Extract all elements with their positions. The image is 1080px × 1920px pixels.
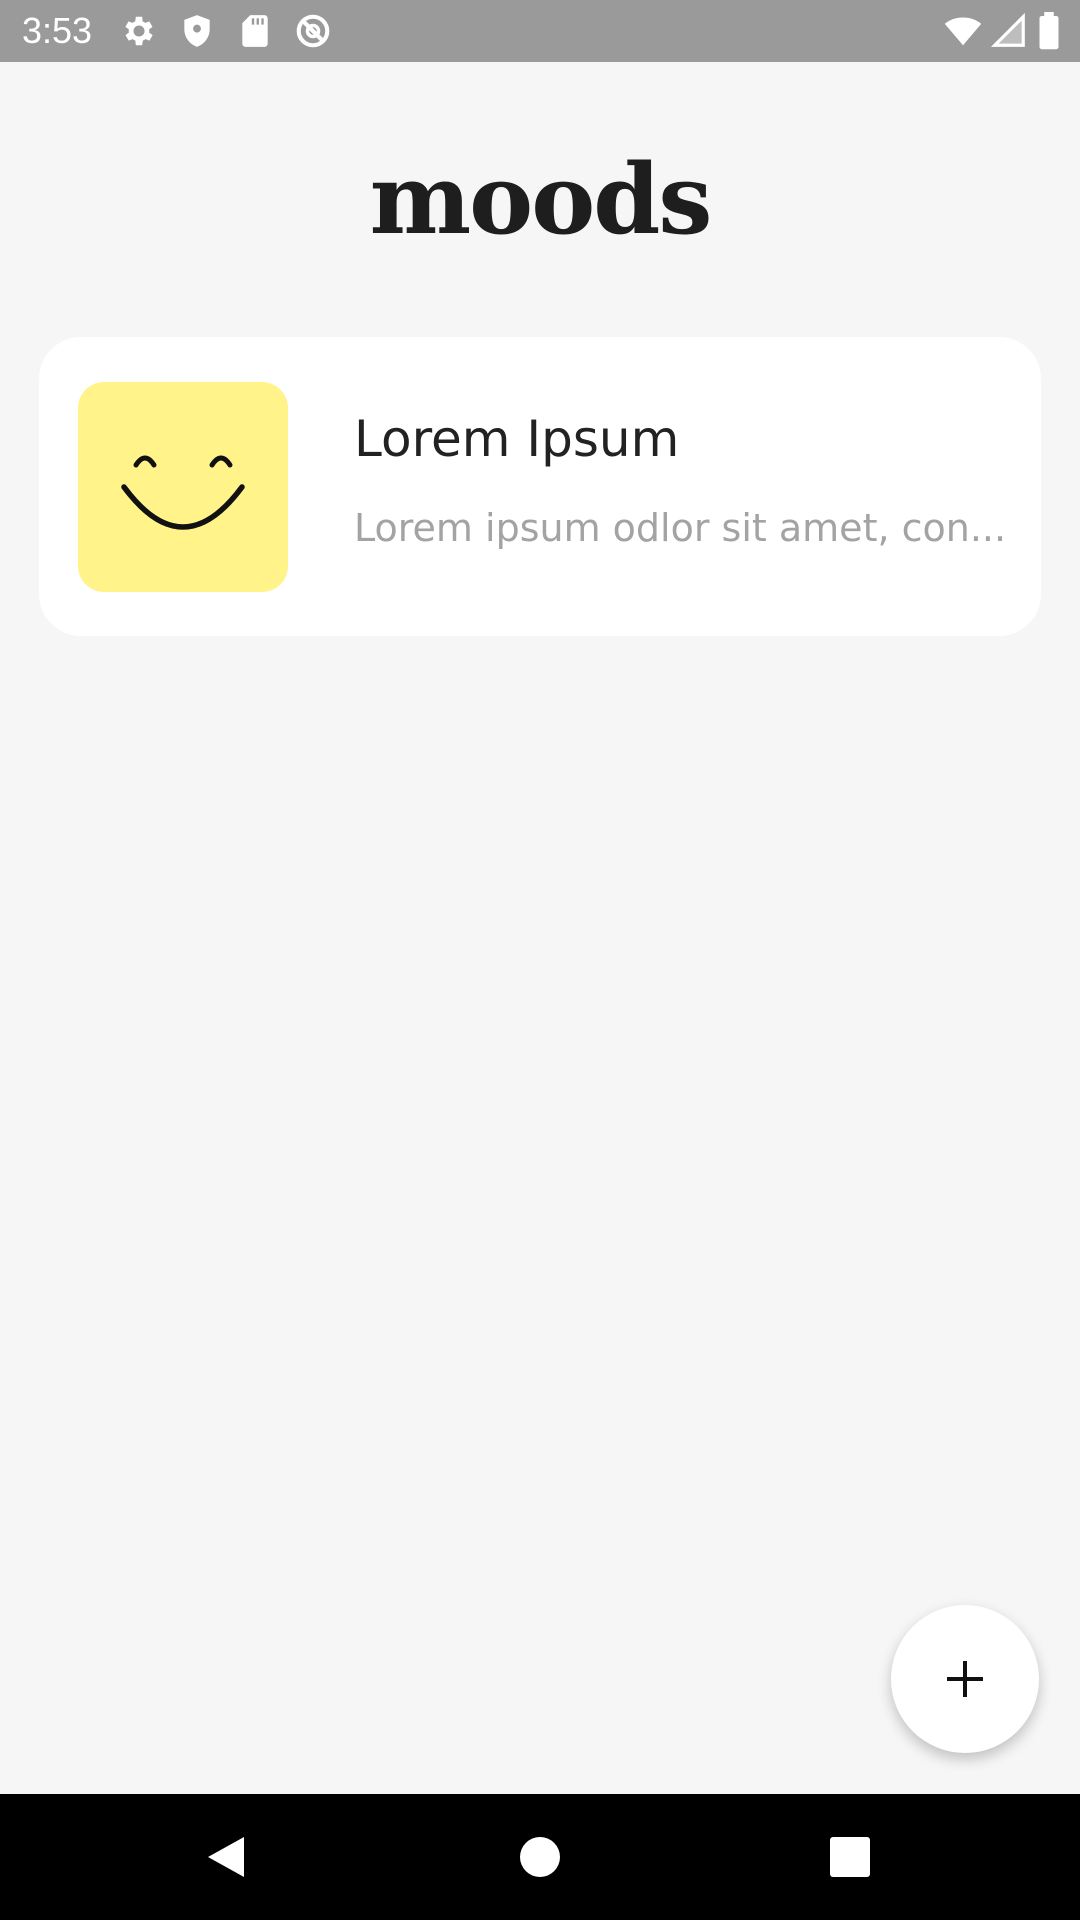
add-mood-button[interactable] [891, 1605, 1039, 1753]
mood-card[interactable]: Lorem Ipsum Lorem ipsum odlor sit amet, … [39, 337, 1041, 636]
page-title: moods [369, 143, 713, 256]
sd-card-icon [236, 12, 274, 50]
battery-icon [1036, 12, 1062, 50]
back-icon [208, 1837, 244, 1877]
mood-thumbnail [78, 382, 288, 592]
gear-icon [120, 12, 158, 50]
home-button[interactable] [512, 1829, 568, 1885]
recents-button[interactable] [822, 1829, 878, 1885]
plus-icon [947, 1661, 983, 1697]
home-icon [520, 1837, 560, 1877]
no-sync-icon [294, 12, 332, 50]
mood-description: Lorem ipsum odlor sit amet, con... [354, 506, 1007, 550]
smiling-face-icon [121, 455, 245, 530]
mood-title: Lorem Ipsum [354, 410, 680, 468]
shield-icon [178, 12, 216, 50]
wifi-icon [942, 12, 984, 50]
back-button[interactable] [200, 1829, 256, 1885]
navigation-bar [0, 1794, 1080, 1920]
status-time: 3:53 [22, 10, 93, 51]
status-bar: 3:53 [0, 0, 1080, 62]
recents-icon [830, 1837, 870, 1877]
signal-icon [990, 12, 1028, 50]
